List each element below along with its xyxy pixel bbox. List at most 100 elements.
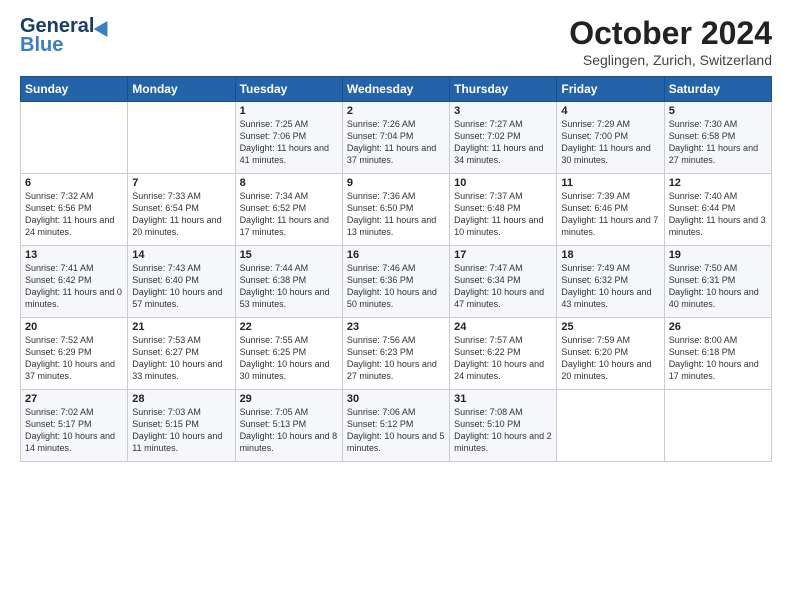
day-number: 25 <box>561 321 659 333</box>
week-row-3: 13Sunrise: 7:41 AMSunset: 6:42 PMDayligh… <box>21 246 772 318</box>
day-detail: Sunrise: 7:46 AMSunset: 6:36 PMDaylight:… <box>347 262 445 311</box>
day-number: 16 <box>347 249 445 261</box>
day-number: 19 <box>669 249 767 261</box>
day-cell: 31Sunrise: 7:08 AMSunset: 5:10 PMDayligh… <box>450 390 557 462</box>
week-row-5: 27Sunrise: 7:02 AMSunset: 5:17 PMDayligh… <box>21 390 772 462</box>
day-number: 13 <box>25 249 123 261</box>
day-detail: Sunrise: 7:03 AMSunset: 5:15 PMDaylight:… <box>132 406 230 455</box>
day-cell <box>21 102 128 174</box>
day-cell: 8Sunrise: 7:34 AMSunset: 6:52 PMDaylight… <box>235 174 342 246</box>
day-number: 27 <box>25 393 123 405</box>
day-number: 31 <box>454 393 552 405</box>
week-row-4: 20Sunrise: 7:52 AMSunset: 6:29 PMDayligh… <box>21 318 772 390</box>
day-detail: Sunrise: 7:43 AMSunset: 6:40 PMDaylight:… <box>132 262 230 311</box>
logo-line2: Blue <box>20 34 63 57</box>
day-cell: 3Sunrise: 7:27 AMSunset: 7:02 PMDaylight… <box>450 102 557 174</box>
day-number: 14 <box>132 249 230 261</box>
day-cell: 14Sunrise: 7:43 AMSunset: 6:40 PMDayligh… <box>128 246 235 318</box>
day-number: 30 <box>347 393 445 405</box>
day-cell: 16Sunrise: 7:46 AMSunset: 6:36 PMDayligh… <box>342 246 449 318</box>
calendar-table: SundayMondayTuesdayWednesdayThursdayFrid… <box>20 76 772 462</box>
day-detail: Sunrise: 7:32 AMSunset: 6:56 PMDaylight:… <box>25 190 123 239</box>
header-cell-sunday: Sunday <box>21 77 128 102</box>
month-title: October 2024 <box>569 15 772 52</box>
day-detail: Sunrise: 7:41 AMSunset: 6:42 PMDaylight:… <box>25 262 123 311</box>
day-number: 7 <box>132 177 230 189</box>
day-cell: 23Sunrise: 7:56 AMSunset: 6:23 PMDayligh… <box>342 318 449 390</box>
header-row: SundayMondayTuesdayWednesdayThursdayFrid… <box>21 77 772 102</box>
day-cell: 18Sunrise: 7:49 AMSunset: 6:32 PMDayligh… <box>557 246 664 318</box>
day-number: 8 <box>240 177 338 189</box>
day-cell: 2Sunrise: 7:26 AMSunset: 7:04 PMDaylight… <box>342 102 449 174</box>
day-detail: Sunrise: 7:44 AMSunset: 6:38 PMDaylight:… <box>240 262 338 311</box>
logo-triangle-icon <box>94 16 115 36</box>
header-cell-saturday: Saturday <box>664 77 771 102</box>
day-detail: Sunrise: 7:57 AMSunset: 6:22 PMDaylight:… <box>454 334 552 383</box>
day-cell: 28Sunrise: 7:03 AMSunset: 5:15 PMDayligh… <box>128 390 235 462</box>
day-cell <box>557 390 664 462</box>
day-number: 12 <box>669 177 767 189</box>
day-cell: 20Sunrise: 7:52 AMSunset: 6:29 PMDayligh… <box>21 318 128 390</box>
day-detail: Sunrise: 7:53 AMSunset: 6:27 PMDaylight:… <box>132 334 230 383</box>
header-cell-wednesday: Wednesday <box>342 77 449 102</box>
day-number: 17 <box>454 249 552 261</box>
day-detail: Sunrise: 7:29 AMSunset: 7:00 PMDaylight:… <box>561 118 659 167</box>
day-number: 6 <box>25 177 123 189</box>
day-detail: Sunrise: 7:37 AMSunset: 6:48 PMDaylight:… <box>454 190 552 239</box>
week-row-2: 6Sunrise: 7:32 AMSunset: 6:56 PMDaylight… <box>21 174 772 246</box>
day-detail: Sunrise: 7:05 AMSunset: 5:13 PMDaylight:… <box>240 406 338 455</box>
header-cell-friday: Friday <box>557 77 664 102</box>
header-cell-tuesday: Tuesday <box>235 77 342 102</box>
day-detail: Sunrise: 7:40 AMSunset: 6:44 PMDaylight:… <box>669 190 767 239</box>
day-detail: Sunrise: 7:56 AMSunset: 6:23 PMDaylight:… <box>347 334 445 383</box>
day-number: 20 <box>25 321 123 333</box>
day-detail: Sunrise: 7:49 AMSunset: 6:32 PMDaylight:… <box>561 262 659 311</box>
header-cell-monday: Monday <box>128 77 235 102</box>
day-detail: Sunrise: 7:02 AMSunset: 5:17 PMDaylight:… <box>25 406 123 455</box>
day-cell <box>128 102 235 174</box>
day-number: 11 <box>561 177 659 189</box>
day-number: 3 <box>454 105 552 117</box>
day-cell: 6Sunrise: 7:32 AMSunset: 6:56 PMDaylight… <box>21 174 128 246</box>
day-cell: 10Sunrise: 7:37 AMSunset: 6:48 PMDayligh… <box>450 174 557 246</box>
day-number: 10 <box>454 177 552 189</box>
day-detail: Sunrise: 7:08 AMSunset: 5:10 PMDaylight:… <box>454 406 552 455</box>
day-cell: 27Sunrise: 7:02 AMSunset: 5:17 PMDayligh… <box>21 390 128 462</box>
day-detail: Sunrise: 7:06 AMSunset: 5:12 PMDaylight:… <box>347 406 445 455</box>
logo: General Blue <box>20 15 112 57</box>
day-detail: Sunrise: 7:27 AMSunset: 7:02 PMDaylight:… <box>454 118 552 167</box>
title-area: October 2024 Seglingen, Zurich, Switzerl… <box>569 15 772 68</box>
day-cell: 11Sunrise: 7:39 AMSunset: 6:46 PMDayligh… <box>557 174 664 246</box>
day-number: 28 <box>132 393 230 405</box>
day-number: 21 <box>132 321 230 333</box>
day-cell: 22Sunrise: 7:55 AMSunset: 6:25 PMDayligh… <box>235 318 342 390</box>
week-row-1: 1Sunrise: 7:25 AMSunset: 7:06 PMDaylight… <box>21 102 772 174</box>
day-number: 5 <box>669 105 767 117</box>
day-number: 24 <box>454 321 552 333</box>
day-cell: 17Sunrise: 7:47 AMSunset: 6:34 PMDayligh… <box>450 246 557 318</box>
day-number: 4 <box>561 105 659 117</box>
day-detail: Sunrise: 7:26 AMSunset: 7:04 PMDaylight:… <box>347 118 445 167</box>
day-number: 23 <box>347 321 445 333</box>
day-cell: 5Sunrise: 7:30 AMSunset: 6:58 PMDaylight… <box>664 102 771 174</box>
day-cell: 15Sunrise: 7:44 AMSunset: 6:38 PMDayligh… <box>235 246 342 318</box>
day-detail: Sunrise: 7:33 AMSunset: 6:54 PMDaylight:… <box>132 190 230 239</box>
day-number: 29 <box>240 393 338 405</box>
day-cell: 19Sunrise: 7:50 AMSunset: 6:31 PMDayligh… <box>664 246 771 318</box>
day-cell: 7Sunrise: 7:33 AMSunset: 6:54 PMDaylight… <box>128 174 235 246</box>
page: General Blue October 2024 Seglingen, Zur… <box>0 0 792 612</box>
day-cell: 29Sunrise: 7:05 AMSunset: 5:13 PMDayligh… <box>235 390 342 462</box>
day-detail: Sunrise: 7:34 AMSunset: 6:52 PMDaylight:… <box>240 190 338 239</box>
day-detail: Sunrise: 7:55 AMSunset: 6:25 PMDaylight:… <box>240 334 338 383</box>
day-number: 2 <box>347 105 445 117</box>
header: General Blue October 2024 Seglingen, Zur… <box>20 15 772 68</box>
day-detail: Sunrise: 7:59 AMSunset: 6:20 PMDaylight:… <box>561 334 659 383</box>
day-number: 9 <box>347 177 445 189</box>
location-subtitle: Seglingen, Zurich, Switzerland <box>569 52 772 68</box>
day-number: 15 <box>240 249 338 261</box>
day-cell: 12Sunrise: 7:40 AMSunset: 6:44 PMDayligh… <box>664 174 771 246</box>
day-cell: 24Sunrise: 7:57 AMSunset: 6:22 PMDayligh… <box>450 318 557 390</box>
day-detail: Sunrise: 7:47 AMSunset: 6:34 PMDaylight:… <box>454 262 552 311</box>
day-cell: 9Sunrise: 7:36 AMSunset: 6:50 PMDaylight… <box>342 174 449 246</box>
day-cell: 13Sunrise: 7:41 AMSunset: 6:42 PMDayligh… <box>21 246 128 318</box>
